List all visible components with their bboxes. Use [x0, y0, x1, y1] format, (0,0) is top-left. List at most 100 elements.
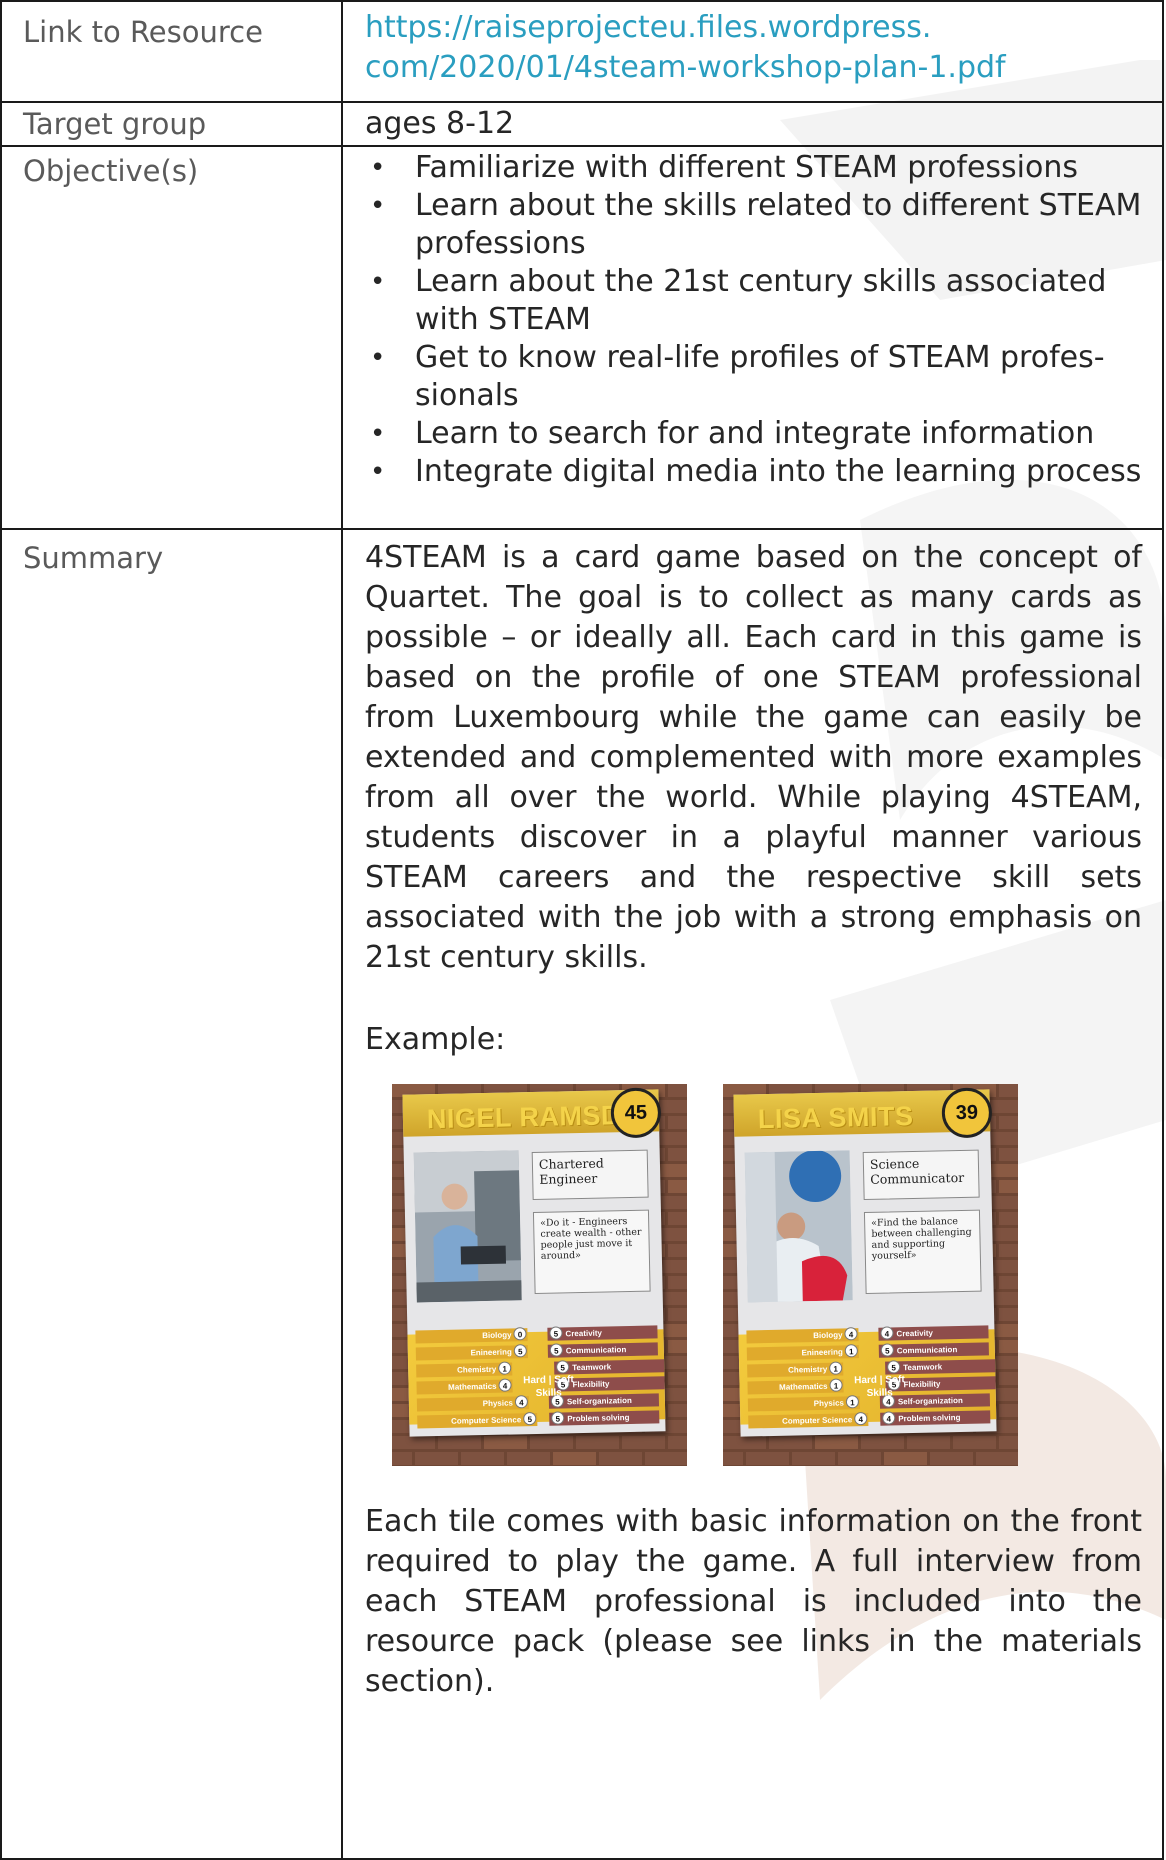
hard-soft-text: Hard | Soft — [523, 1374, 574, 1387]
hard-skill-score: 5 — [513, 1344, 527, 1358]
hard-skill-label: Enineering — [801, 1347, 843, 1358]
hard-skill-score: 4 — [498, 1378, 512, 1392]
hard-skill-label: Mathematics — [448, 1381, 497, 1392]
example-label: Example: — [365, 1022, 506, 1057]
hard-skill-label: Mathematics — [779, 1381, 828, 1392]
soft-skill-bar: 5 Communication — [547, 1342, 658, 1358]
hard-skill-label: Physics — [482, 1398, 514, 1409]
card-quote: «Do it - Engineers create wealth - other… — [532, 1209, 651, 1294]
resource-link-line1[interactable]: https://raiseprojecteu.files.wordpress. — [365, 8, 1142, 48]
objective-item: Learn about the 21st century skills asso… — [365, 263, 1142, 339]
hard-skill-label: Biology — [482, 1330, 512, 1341]
card-sheet: NIGEL RAMSDEN 45 Chartered Engineer «Do it … — [402, 1087, 666, 1437]
soft-skill-score: 4 — [880, 1326, 894, 1340]
objective-item: Learn about the skills related to differ… — [365, 187, 1142, 263]
label-link: Link to Resource — [0, 0, 343, 103]
example-card: LISA SMITS 39 Science Communicator «Find th… — [723, 1084, 1018, 1466]
hard-skill-score: 1 — [829, 1378, 843, 1392]
soft-skill-score: 4 — [882, 1411, 896, 1425]
hard-skill-score: 1 — [829, 1361, 843, 1375]
hard-skill-label: Computer Science — [450, 1415, 522, 1426]
objective-item-text: Learn about the skills related to differ… — [415, 188, 1142, 261]
hard-soft-text: Hard | Soft — [854, 1374, 905, 1387]
hard-skill-label: Chemistry — [788, 1364, 828, 1375]
card-role: Chartered Engineer — [531, 1149, 649, 1201]
objective-item: Integrate digital media into the learnin… — [365, 453, 1142, 491]
card-photo — [744, 1150, 853, 1303]
hard-skill-bar: Enineering 5 — [415, 1344, 528, 1361]
hard-skill-score: 4 — [844, 1327, 858, 1341]
hard-skill-bar: Physics 4 — [416, 1395, 530, 1412]
soft-skill-score: 5 — [551, 1411, 565, 1425]
soft-skill-bar: 4 Creativity — [878, 1325, 989, 1341]
soft-skill-bar: 5 Problem solving — [549, 1410, 660, 1426]
hard-skill-bar: Mathematics 1 — [747, 1378, 844, 1395]
row-link: Link to Resource https://raiseprojecteu.… — [0, 0, 1164, 103]
summary-after-paragraph: Each tile comes with basic information o… — [365, 1504, 1142, 1699]
hard-skill-label: Enineering — [470, 1347, 512, 1358]
resource-link-line2[interactable]: com/2020/01/4steam-workshop-plan-1.pdf — [365, 48, 1142, 88]
card-name: LISA SMITS — [757, 1100, 914, 1135]
hard-soft-label: Hard | Soft Skills — [518, 1373, 579, 1400]
card-role: Science Communicator — [862, 1149, 980, 1201]
resource-link-cell: https://raiseprojecteu.files.wordpress. … — [341, 0, 1164, 103]
hard-skill-bar: Chemistry 1 — [416, 1361, 513, 1378]
objectives-list: Familiarize with different STEAM profess… — [365, 149, 1142, 491]
hard-skill-bar: Computer Science 5 — [417, 1411, 538, 1429]
hard-skill-label: Physics — [813, 1398, 845, 1409]
soft-skill-bar: 5 Creativity — [547, 1325, 658, 1341]
soft-skill-label: Teamwork — [572, 1362, 612, 1373]
soft-skill-score: 5 — [887, 1360, 901, 1374]
hard-skill-label: Biology — [813, 1330, 843, 1341]
target-group-value: ages 8-12 — [341, 101, 1164, 147]
hard-skill-bar: Computer Science 4 — [748, 1411, 869, 1429]
card-photo — [413, 1150, 522, 1303]
hard-skill-score: 0 — [513, 1327, 527, 1341]
hard-skill-bar: Biology 4 — [746, 1327, 859, 1344]
hard-skill-score: 5 — [523, 1411, 537, 1426]
row-target-group: Target group ages 8-12 — [0, 101, 1164, 147]
hard-skill-score: 4 — [854, 1411, 868, 1426]
resource-table: Link to Resource https://raiseprojecteu.… — [0, 0, 1164, 1860]
soft-skill-label: Problem solving — [898, 1413, 961, 1424]
label-summary: Summary — [0, 528, 343, 1860]
example-card: NIGEL RAMSDEN 45 Chartered Engineer «Do it … — [392, 1084, 687, 1466]
soft-skill-label: Communication — [896, 1345, 958, 1356]
skills-text: Skills — [866, 1387, 893, 1399]
label-target-group: Target group — [0, 101, 343, 147]
row-summary: Summary 4STEAM is a card game based on t… — [0, 528, 1164, 1860]
hard-skill-bar: Chemistry 1 — [747, 1361, 844, 1378]
label-objectives: Objective(s) — [0, 145, 343, 530]
soft-skill-score: 5 — [549, 1343, 563, 1357]
objective-item: Familiarize with different STEAM profess… — [365, 149, 1142, 187]
objective-item: Get to know real-life profiles of STEAM … — [365, 339, 1142, 415]
soft-skill-label: Teamwork — [903, 1362, 943, 1373]
card-sheet: LISA SMITS 39 Science Communicator «Find th… — [733, 1087, 997, 1437]
hard-skill-label: Chemistry — [457, 1364, 497, 1375]
summary-cell: 4STEAM is a card game based on the conce… — [341, 528, 1164, 1860]
soft-skill-label: Creativity — [896, 1328, 934, 1339]
summary-paragraph: 4STEAM is a card game based on the conce… — [365, 540, 1142, 975]
hard-skill-score: 1 — [844, 1344, 858, 1358]
card-quote: «Find the balance between challenging an… — [863, 1209, 982, 1294]
hard-skill-bar: Physics 1 — [747, 1395, 861, 1412]
soft-skill-bar: 5 Communication — [878, 1342, 989, 1358]
hard-skill-bar: Enineering 1 — [746, 1344, 859, 1361]
soft-skill-bar: 4 Problem solving — [880, 1410, 991, 1426]
example-cards: NIGEL RAMSDEN 45 Chartered Engineer «Do it … — [392, 1084, 1142, 1466]
hard-skill-bar: Mathematics 4 — [416, 1378, 513, 1395]
hard-soft-label: Hard | Soft Skills — [849, 1373, 910, 1400]
soft-skill-label: Problem solving — [567, 1413, 630, 1424]
objectives-cell: Familiarize with different STEAM profess… — [341, 145, 1164, 530]
soft-skill-score: 5 — [880, 1343, 894, 1357]
soft-skill-label: Communication — [565, 1345, 627, 1356]
hard-skill-bar: Biology 0 — [415, 1327, 528, 1344]
soft-skill-score: 5 — [556, 1360, 570, 1374]
skills-text: Skills — [535, 1387, 562, 1399]
hard-skill-score: 1 — [498, 1361, 512, 1375]
hard-skill-label: Computer Science — [781, 1415, 853, 1426]
objective-item: Learn to search for and integrate inform… — [365, 415, 1142, 453]
soft-skill-label: Creativity — [565, 1328, 603, 1339]
row-objectives: Objective(s) Familiarize with different … — [0, 145, 1164, 530]
soft-skill-score: 5 — [549, 1326, 563, 1340]
